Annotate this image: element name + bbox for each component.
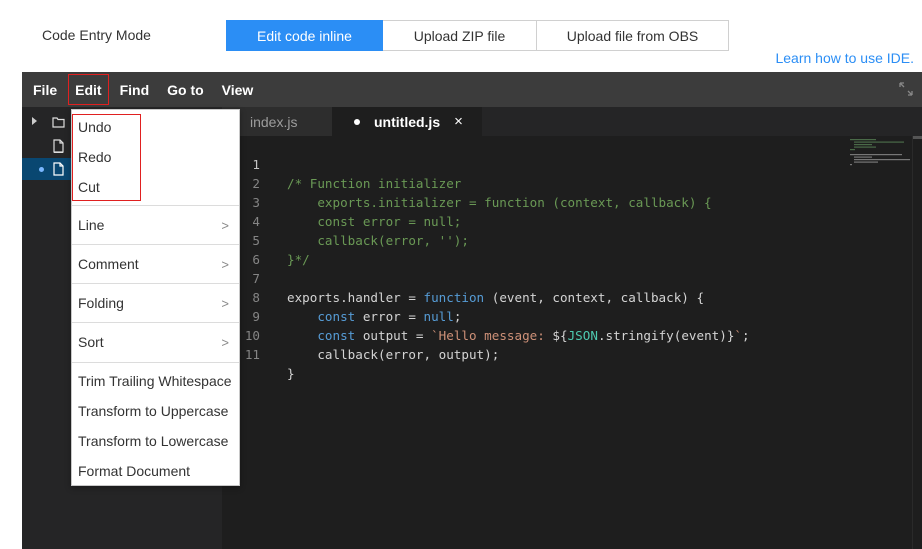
tab-upload-zip-file[interactable]: Upload ZIP file [383,20,537,51]
menu-item-label: Folding [78,295,124,311]
learn-ide-link[interactable]: Learn how to use IDE. [775,50,914,66]
code-line: 3 const error = null; [222,174,912,229]
editor-tab-untitled-js[interactable]: untitled.js × [332,107,482,136]
menu-item-label: Comment [78,256,139,272]
code-line: 5 }*/ [222,212,912,267]
menu-find[interactable]: Find [111,72,159,107]
code-entry-mode-tabs: Edit code inline Upload ZIP file Upload … [226,20,729,51]
chevron-right-icon: > [221,217,229,233]
scrollbar-thumb[interactable] [913,136,922,139]
minimap[interactable] [850,139,910,169]
menu-item-label: Sort [78,334,104,350]
code-line: 11 } [222,326,912,381]
code-line: 7 exports.handler = function (event, con… [222,250,912,305]
menu-item-trim-trailing-whitespace[interactable]: Trim Trailing Whitespace [72,366,239,396]
chevron-right-icon: > [221,334,229,350]
code-line: 1 /* Function initializer [222,136,912,191]
file-icon [53,139,64,153]
expand-icon[interactable] [898,81,914,97]
code-line: 6 [222,231,912,267]
menu-divider [72,362,239,363]
code-text: callback(error, output); [287,347,500,362]
ide-menubar: File Edit Find Go to View [22,72,922,107]
chevron-right-icon: > [221,295,229,311]
modified-dot-icon [39,167,44,172]
caret-right-icon[interactable] [32,117,37,125]
menu-item-folding[interactable]: Folding > [72,284,239,322]
code-line: 10 callback(error, output); [222,307,912,362]
code-line: 4 callback(error, ''); [222,193,912,248]
menu-edit[interactable]: Edit [66,72,110,107]
code-line: 9 const output = `Hello message: ${JSON.… [222,288,912,343]
editor-tabbar: index.js untitled.js × [222,107,922,136]
menu-go-to[interactable]: Go to [158,72,213,107]
code-editor[interactable]: index.js untitled.js × 1 /* Function ini… [222,107,922,549]
edit-menu-dropdown: Undo Redo Cut Line > Comment > Folding >… [71,109,240,486]
code-line: 8 const error = null; [222,269,912,324]
close-icon[interactable]: × [454,113,463,130]
tab-upload-file-from-obs[interactable]: Upload file from OBS [537,20,729,51]
menu-item-label: Line [78,217,105,233]
code-line: 2 exports.initializer = function (contex… [222,155,912,210]
menu-item-redo[interactable]: Redo [72,142,239,172]
unsaved-dot-icon [354,118,360,125]
menu-item-cut[interactable]: Cut [72,172,239,202]
code-entry-mode-label: Code Entry Mode [42,27,151,43]
tab-edit-code-inline[interactable]: Edit code inline [226,20,383,51]
editor-tab-label: untitled.js [374,113,441,130]
menu-item-line[interactable]: Line > [72,206,239,244]
vertical-scrollbar[interactable] [912,136,922,549]
code-text: } [287,366,295,381]
menu-item-format-document[interactable]: Format Document [72,456,239,486]
menu-file[interactable]: File [22,72,66,107]
folder-icon [52,117,65,128]
menu-item-undo[interactable]: Undo [72,112,239,142]
menu-item-transform-uppercase[interactable]: Transform to Uppercase [72,396,239,426]
menu-item-comment[interactable]: Comment > [72,245,239,283]
menu-item-transform-lowercase[interactable]: Transform to Lowercase [72,426,239,456]
menu-view[interactable]: View [213,72,263,107]
menu-item-sort[interactable]: Sort > [72,323,239,361]
chevron-right-icon: > [221,256,229,272]
file-icon [53,162,64,176]
